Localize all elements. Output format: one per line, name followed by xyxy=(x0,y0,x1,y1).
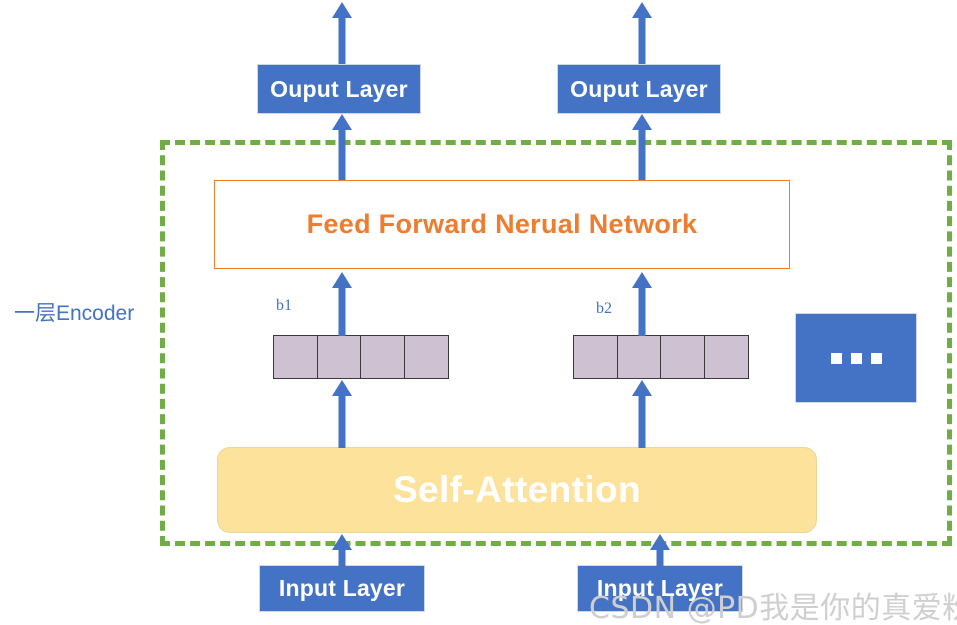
vector-cell xyxy=(360,335,405,379)
input-layer-label-2: Input Layer xyxy=(596,575,724,601)
arrow-shaft xyxy=(338,548,346,567)
arrow-shaft xyxy=(638,128,646,180)
vector-cell xyxy=(703,335,749,379)
arrow-shaft xyxy=(338,286,346,336)
arrow-up-icon xyxy=(631,2,653,64)
arrow-shaft xyxy=(638,286,646,336)
arrow-shaft xyxy=(656,548,664,567)
ouput-layer-label-2: Ouput Layer xyxy=(570,75,708,102)
arrow-up-icon xyxy=(331,114,353,180)
vector-cell xyxy=(660,335,705,379)
ouput-layer-box-2: Ouput Layer xyxy=(557,64,721,114)
ouput-layer-label-1: Ouput Layer xyxy=(270,75,408,102)
feed-forward-network-box: Feed Forward Nerual Network xyxy=(214,180,790,269)
vector-row-b2 xyxy=(573,335,749,379)
encoder-region-label: 一层Encoder xyxy=(14,302,135,325)
feed-forward-network-label: Feed Forward Nerual Network xyxy=(306,209,698,239)
ellipsis-box xyxy=(795,313,917,403)
ellipsis-dot-icon xyxy=(870,352,882,364)
arrow-up-icon xyxy=(331,380,353,448)
arrow-shaft xyxy=(338,16,346,64)
arrow-shaft xyxy=(638,394,646,448)
self-attention-box: Self-Attention xyxy=(217,447,817,533)
arrow-up-icon xyxy=(631,272,653,336)
arrow-shaft xyxy=(338,394,346,448)
vector-cell xyxy=(316,335,362,379)
diagram-canvas: 一层Encoder Ouput Layer Ouput Layer Feed F… xyxy=(0,0,957,625)
vector-cell xyxy=(403,335,449,379)
ouput-layer-box-1: Ouput Layer xyxy=(257,64,421,114)
arrow-up-icon xyxy=(649,534,671,567)
input-layer-label-1: Input Layer xyxy=(278,575,406,601)
vector-cell xyxy=(273,335,318,379)
arrow-up-icon xyxy=(331,2,353,64)
vector-cell xyxy=(616,335,662,379)
ellipsis-dot-icon xyxy=(830,352,842,364)
arrow-shaft xyxy=(338,128,346,180)
arrow-up-icon xyxy=(631,380,653,448)
vector-row-b1 xyxy=(273,335,449,379)
arrow-up-icon xyxy=(331,272,353,336)
vector-label-b2: b2 xyxy=(596,300,612,317)
input-layer-box-2: Input Layer xyxy=(577,565,743,612)
arrow-shaft xyxy=(638,16,646,64)
self-attention-label: Self-Attention xyxy=(392,469,642,510)
arrow-up-icon xyxy=(631,114,653,180)
ellipsis-dot-icon xyxy=(850,352,862,364)
vector-cell xyxy=(573,335,618,379)
input-layer-box-1: Input Layer xyxy=(259,565,425,612)
vector-label-b1: b1 xyxy=(276,297,292,314)
arrow-up-icon xyxy=(331,534,353,567)
